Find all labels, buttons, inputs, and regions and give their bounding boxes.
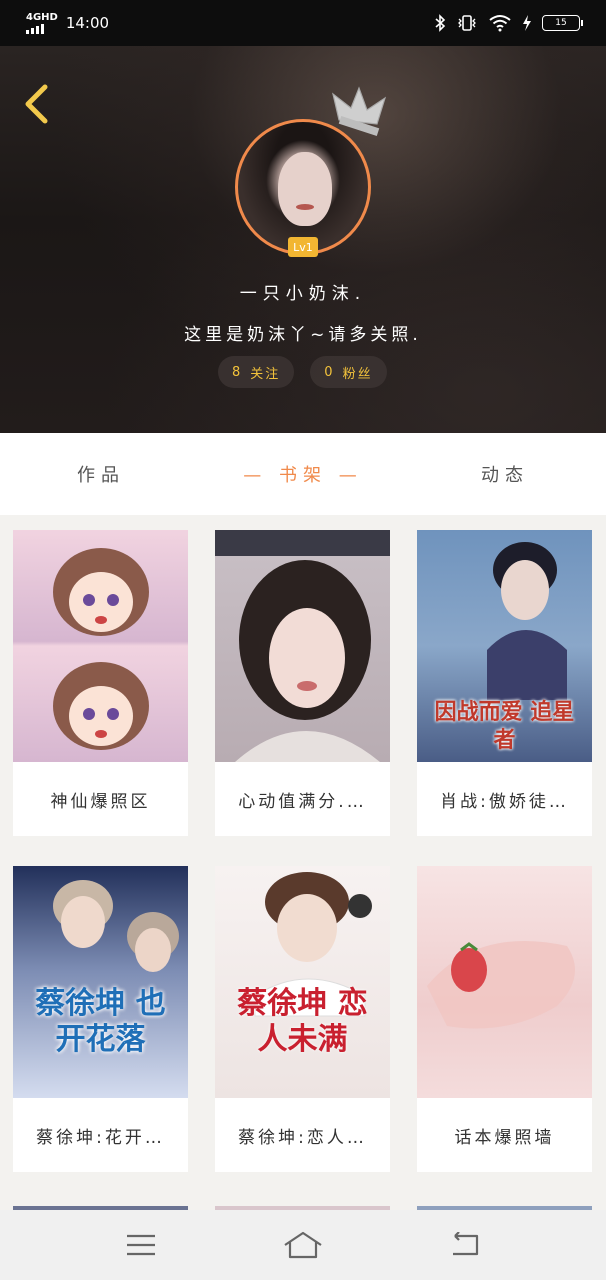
book-title: 蔡徐坤:恋人… (238, 1127, 367, 1148)
book-cover: 蔡徐坤 也开花落 (13, 866, 188, 1098)
book-cover-text: 蔡徐坤 恋人未满 (237, 986, 368, 1057)
user-bio: 这里是奶沫丫~请多关照. (184, 325, 422, 345)
vibrate-icon (458, 15, 476, 31)
signal-icon: 4GHD (26, 11, 58, 34)
tab-activity[interactable]: 动态 (404, 461, 606, 487)
network-type: 4GHD (26, 11, 58, 23)
back-button[interactable] (14, 80, 58, 128)
home-icon (284, 1231, 322, 1259)
status-bar: 4GHD 14:00 15 (0, 0, 606, 46)
book-title: 话本爆照墙 (454, 1127, 555, 1148)
book-card[interactable]: 话本爆照墙 (417, 866, 592, 1172)
tab-works[interactable]: 作品 (0, 461, 202, 487)
charging-icon (523, 15, 531, 31)
system-nav-bar (0, 1210, 606, 1280)
book-cover (13, 530, 188, 762)
followers-count: 0 (324, 364, 335, 380)
username: 一只小奶沫. (239, 284, 367, 304)
profile-tabs: 作品 — 书架 — 动态 (0, 433, 606, 515)
battery-level: 15 (555, 18, 567, 28)
book-card[interactable]: 因战而爱 追星者 肖战:傲娇徒… (417, 530, 592, 836)
bluetooth-icon (435, 14, 446, 32)
following-button[interactable]: 8 关注 (218, 356, 295, 388)
wifi-icon (489, 15, 511, 32)
return-button[interactable] (435, 1220, 495, 1270)
menu-button[interactable] (111, 1220, 171, 1270)
book-cover: 因战而爱 追星者 (417, 530, 592, 762)
book-title: 神仙爆照区 (50, 791, 151, 812)
followers-button[interactable]: 0 粉丝 (310, 356, 387, 388)
book-cover: 蔡徐坤 恋人未满 (215, 866, 390, 1098)
battery-icon: 15 (542, 15, 583, 31)
screen: 4GHD 14:00 15 Lv1 一只小奶沫. 这里是奶沫丫~请多关照. 8 … (0, 0, 606, 1280)
following-count: 8 (232, 364, 243, 380)
book-cover-text: 因战而爱 追星者 (434, 699, 575, 753)
profile-header: Lv1 一只小奶沫. 这里是奶沫丫~请多关照. 8 关注 0 粉丝 (0, 46, 606, 433)
crown-icon (332, 86, 387, 136)
following-label: 关注 (250, 366, 281, 382)
book-card[interactable]: 蔡徐坤 恋人未满 蔡徐坤:恋人… (215, 866, 390, 1172)
book-card[interactable]: 心动值满分.… (215, 530, 390, 836)
book-cover (215, 530, 390, 762)
home-button[interactable] (273, 1220, 333, 1270)
book-title: 肖战:傲娇徒… (440, 791, 569, 812)
book-cover-text: 蔡徐坤 也开花落 (35, 986, 166, 1057)
stats-row: 8 关注 0 粉丝 (218, 356, 387, 388)
followers-label: 粉丝 (342, 366, 373, 382)
bookshelf-grid: 神仙爆照区 心动值满分.… 因战而爱 追星者 肖战:傲娇徒… 蔡徐坤 也开花落 … (13, 530, 593, 1172)
book-card[interactable]: 神仙爆照区 (13, 530, 188, 836)
return-icon (453, 1232, 479, 1256)
book-title: 心动值满分.… (238, 791, 367, 812)
book-title: 蔡徐坤:花开… (36, 1127, 165, 1148)
book-card[interactable]: 蔡徐坤 也开花落 蔡徐坤:花开… (13, 866, 188, 1172)
tab-bookshelf[interactable]: — 书架 — (202, 461, 404, 487)
menu-icon (127, 1234, 155, 1256)
avatar-container: Lv1 (235, 86, 387, 257)
chevron-left-icon (25, 84, 48, 124)
book-cover (417, 866, 592, 1098)
level-badge: Lv1 (288, 237, 318, 257)
status-time: 14:00 (65, 14, 110, 32)
